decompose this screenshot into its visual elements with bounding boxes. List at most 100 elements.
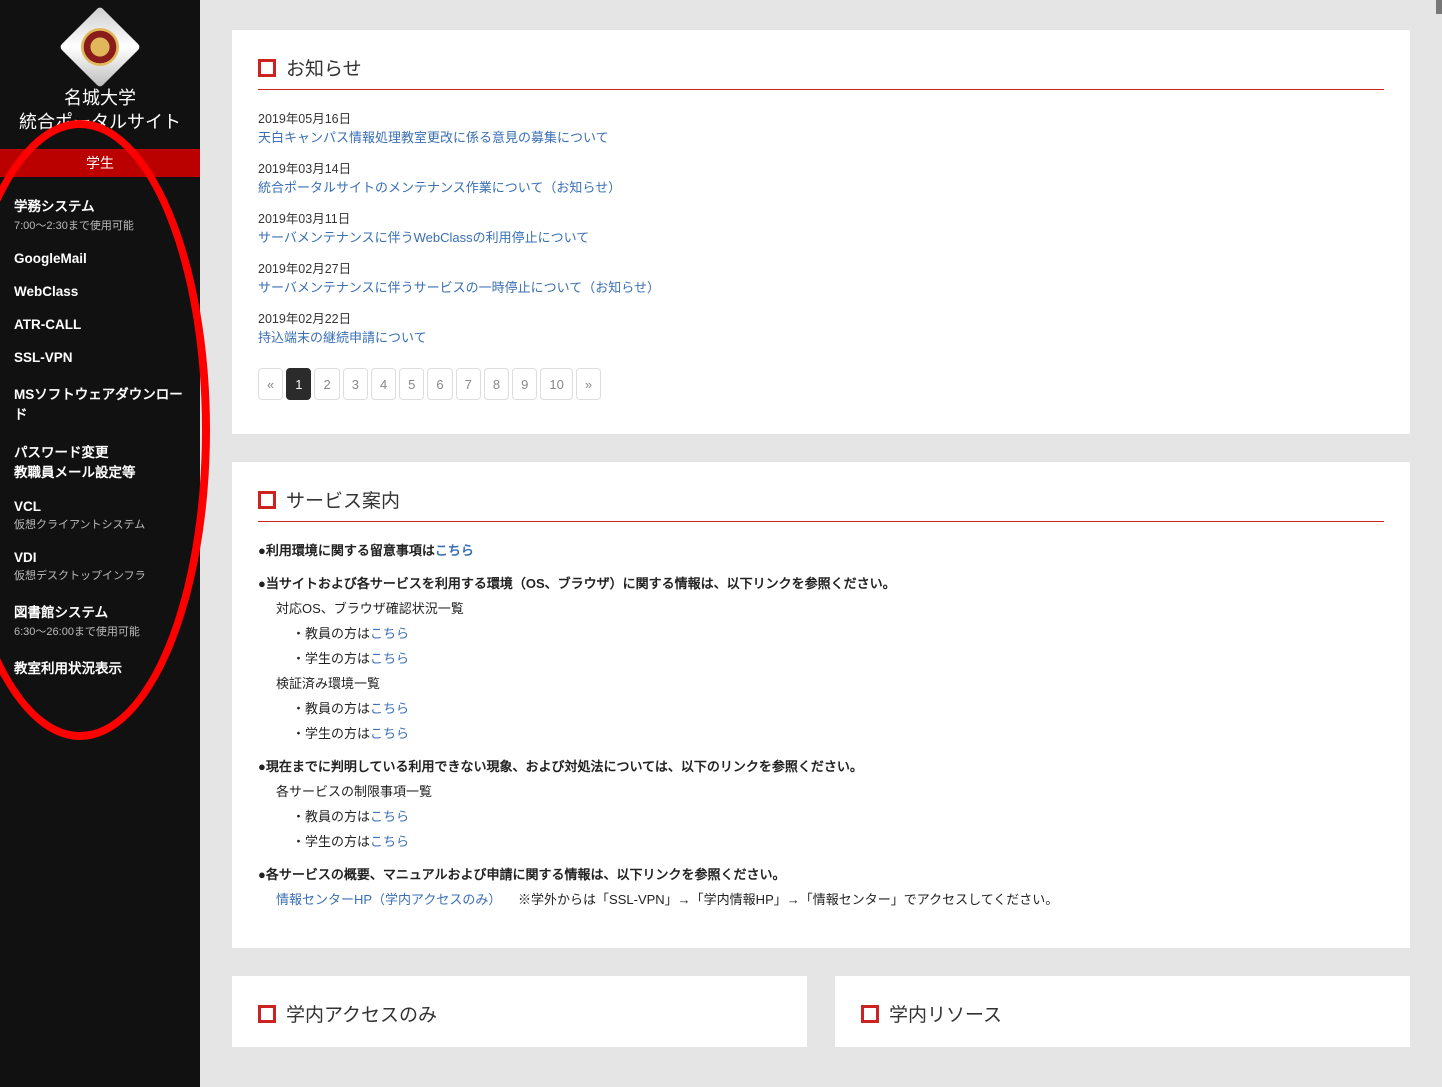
news-item: 2019年02月22日持込端末の継続申請について <box>258 308 1384 346</box>
sg-b2-verified: 検証済み環境一覧 <box>276 673 1384 692</box>
internal-resource-card: 学内リソース <box>835 976 1410 1047</box>
sg-b4-note: ※学外からは「SSL-VPN」→「学内情報HP」→「情報センター」でアクセスして… <box>505 892 1058 907</box>
sidebar-item-label: MSソフトウェアダウンロード <box>14 387 183 422</box>
sg-b3-teacher-link[interactable]: こちら <box>370 809 409 824</box>
sg-b1-link[interactable]: こちら <box>435 543 474 558</box>
sidebar-item-2[interactable]: WebClass <box>0 276 200 309</box>
sidebar: 名城大学 統合ポータルサイト 学生 学務システム 7:00～2:30まで使用可能 G… <box>0 0 200 1087</box>
news-link[interactable]: 統合ポータルサイトのメンテナンス作業について（お知らせ） <box>258 180 621 195</box>
sidebar-item-note: 7:00～2:30まで使用可能 <box>14 217 186 233</box>
news-date: 2019年05月16日 <box>258 108 1384 127</box>
sg-b2-teacher-link[interactable]: こちら <box>370 626 409 641</box>
site-title-line2: 統合ポータルサイト <box>19 112 181 132</box>
square-icon <box>258 1005 276 1023</box>
page-button-10[interactable]: 10 <box>540 368 572 400</box>
news-header: お知らせ <box>258 54 1384 90</box>
news-item: 2019年02月27日サーバメンテナンスに伴うサービスの一時停止について（お知ら… <box>258 258 1384 296</box>
service-guide-title: サービス案内 <box>286 486 400 513</box>
sg-b3-teacher-prefix: ・教員の方は <box>292 809 370 824</box>
service-guide-card: サービス案内 ●利用環境に関する留意事項はこちら ●当サイトおよび各サービスを利… <box>232 462 1410 948</box>
sidebar-item-label: 教室利用状況表示 <box>14 661 122 676</box>
page-button-6[interactable]: 6 <box>427 368 452 400</box>
page-button-»[interactable]: » <box>576 368 601 400</box>
sidebar-item-note: 仮想クライアントシステム <box>14 516 186 532</box>
internal-access-title: 学内アクセスのみ <box>286 1000 437 1027</box>
sg-b2-teacher: ・教員の方はこちら <box>292 623 1384 642</box>
sg-b2v-teacher-prefix: ・教員の方は <box>292 701 370 716</box>
sidebar-item-note: 6:30～26:00まで使用可能 <box>14 623 186 639</box>
sg-b3-teacher: ・教員の方はこちら <box>292 806 1384 825</box>
sidebar-item-10[interactable]: 教室利用状況表示 <box>0 649 200 687</box>
sidebar-item-3[interactable]: ATR-CALL <box>0 309 200 342</box>
page-button-9[interactable]: 9 <box>512 368 537 400</box>
page-button-4[interactable]: 4 <box>371 368 396 400</box>
sg-b2-teacher-prefix: ・教員の方は <box>292 626 370 641</box>
bottom-row: 学内アクセスのみ 学内リソース <box>232 976 1410 1047</box>
page-button-8[interactable]: 8 <box>484 368 509 400</box>
sidebar-item-label: SSL-VPN <box>14 350 73 365</box>
news-link[interactable]: サーバメンテナンスに伴うサービスの一時停止について（お知らせ） <box>258 280 660 295</box>
square-icon <box>258 491 276 509</box>
internal-access-card: 学内アクセスのみ <box>232 976 807 1047</box>
news-card: お知らせ 2019年05月16日天白キャンパス情報処理教室更改に係る意見の募集に… <box>232 30 1410 434</box>
sidebar-item-note: 仮想デスクトップインフラ <box>14 567 186 583</box>
page-button-«[interactable]: « <box>258 368 283 400</box>
sg-b2v-student-prefix: ・学生の方は <box>292 726 370 741</box>
scroll-indicator <box>1436 0 1442 14</box>
service-guide-header: サービス案内 <box>258 486 1384 522</box>
role-indicator: 学生 <box>0 149 200 177</box>
sg-b2v-teacher: ・教員の方はこちら <box>292 698 1384 717</box>
logo-block: 名城大学 統合ポータルサイト <box>0 0 200 143</box>
page-button-2[interactable]: 2 <box>314 368 339 400</box>
sidebar-nav: 学務システム 7:00～2:30まで使用可能 GoogleMail WebClass A… <box>0 177 200 697</box>
pagination: «12345678910» <box>258 368 1384 400</box>
university-logo <box>59 6 141 88</box>
sidebar-item-0[interactable]: 学務システム 7:00～2:30まで使用可能 <box>0 187 200 243</box>
app-root: 名城大学 統合ポータルサイト 学生 学務システム 7:00～2:30まで使用可能 G… <box>0 0 1442 1087</box>
sg-b4-link[interactable]: 情報センターHP（学内アクセスのみ） <box>276 892 501 907</box>
sidebar-item-label: 図書館システム <box>14 605 108 620</box>
sg-b2-l1: 対応OS、ブラウザ確認状況一覧 <box>276 598 1384 617</box>
news-item: 2019年03月11日サーバメンテナンスに伴うWebClassの利用停止について <box>258 208 1384 246</box>
news-date: 2019年02月27日 <box>258 258 1384 277</box>
sg-bullet-4: ●各サービスの概要、マニュアルおよび申請に関する情報は、以下リンクを参照ください… <box>258 864 1384 883</box>
sg-b3-student-link[interactable]: こちら <box>370 834 409 849</box>
square-icon <box>258 59 276 77</box>
news-link[interactable]: 持込端末の継続申請について <box>258 330 427 345</box>
news-date: 2019年03月14日 <box>258 158 1384 177</box>
sg-b2-student: ・学生の方はこちら <box>292 648 1384 667</box>
sg-b2v-student: ・学生の方はこちら <box>292 723 1384 742</box>
page-button-1[interactable]: 1 <box>286 368 311 400</box>
page-button-5[interactable]: 5 <box>399 368 424 400</box>
sg-b2-student-link[interactable]: こちら <box>370 651 409 666</box>
sidebar-item-8[interactable]: VDI 仮想デスクトップインフラ <box>0 542 200 593</box>
sg-b2v-teacher-link[interactable]: こちら <box>370 701 409 716</box>
sg-b2v-student-link[interactable]: こちら <box>370 726 409 741</box>
sidebar-item-label: ATR-CALL <box>14 317 81 332</box>
sidebar-item-5[interactable]: MSソフトウェアダウンロード <box>0 375 200 433</box>
sidebar-item-label: GoogleMail <box>14 251 87 266</box>
square-icon <box>861 1005 879 1023</box>
sidebar-item-1[interactable]: GoogleMail <box>0 243 200 276</box>
news-link[interactable]: 天白キャンパス情報処理教室更改に係る意見の募集について <box>258 130 609 145</box>
sg-b4-row: 情報センターHP（学内アクセスのみ） ※学外からは「SSL-VPN」→「学内情報… <box>276 889 1384 908</box>
site-title-line1: 名城大学 <box>64 88 136 108</box>
sidebar-item-label: VDI <box>14 550 37 565</box>
sg-bullet-1: ●利用環境に関する留意事項はこちら <box>258 540 1384 559</box>
sidebar-item-4[interactable]: SSL-VPN <box>0 342 200 375</box>
page-button-7[interactable]: 7 <box>456 368 481 400</box>
sidebar-item-label: WebClass <box>14 284 78 299</box>
internal-resource-title: 学内リソース <box>889 1000 1002 1027</box>
sidebar-item-6[interactable]: パスワード変更教職員メール設定等 <box>0 433 200 491</box>
sidebar-item-label: 学務システム <box>14 199 95 214</box>
sg-bullet-3: ●現在までに判明している利用できない現象、および対処法については、以下のリンクを… <box>258 756 1384 775</box>
sg-b3-l1: 各サービスの制限事項一覧 <box>276 781 1384 800</box>
news-item: 2019年03月14日統合ポータルサイトのメンテナンス作業について（お知らせ） <box>258 158 1384 196</box>
news-date: 2019年02月22日 <box>258 308 1384 327</box>
news-link[interactable]: サーバメンテナンスに伴うWebClassの利用停止について <box>258 230 589 245</box>
news-date: 2019年03月11日 <box>258 208 1384 227</box>
sidebar-item-7[interactable]: VCL仮想クライアントシステム <box>0 491 200 542</box>
sidebar-item-9[interactable]: 図書館システム 6:30～26:00まで使用可能 <box>0 593 200 649</box>
news-title: お知らせ <box>286 54 362 81</box>
page-button-3[interactable]: 3 <box>343 368 368 400</box>
